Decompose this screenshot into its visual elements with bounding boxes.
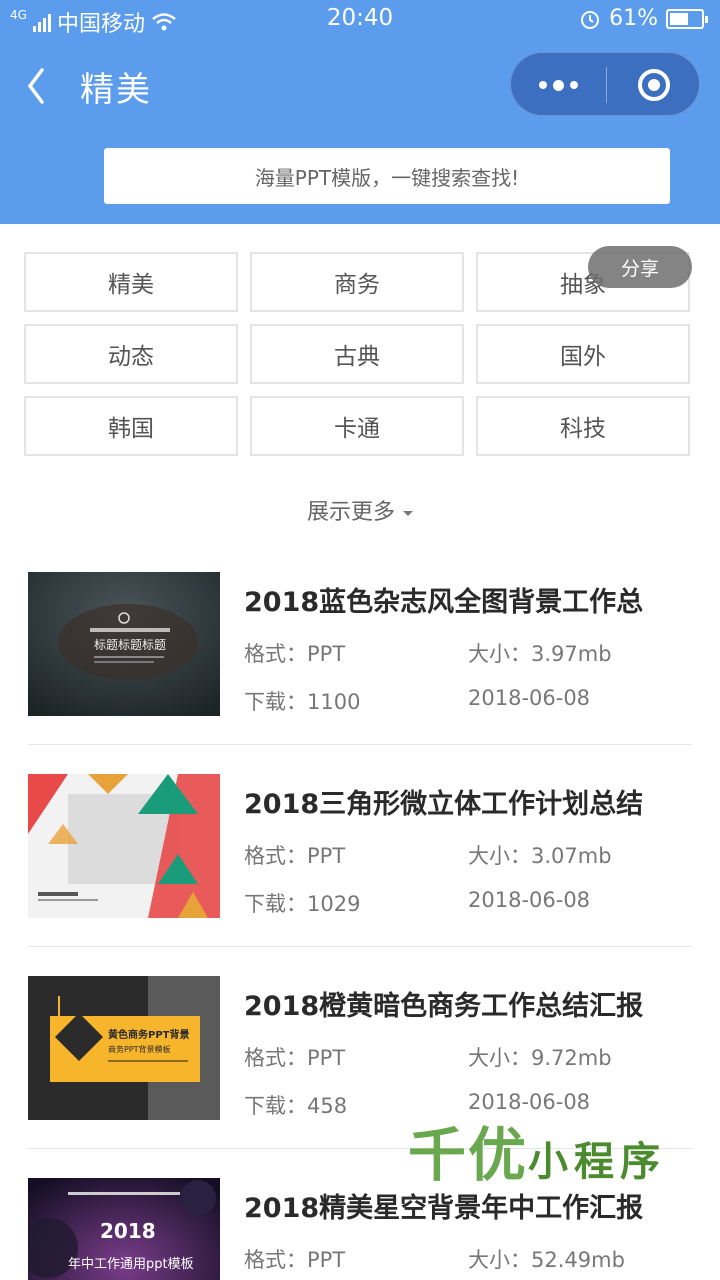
template-downloads: 下载：458 [244, 1094, 348, 1118]
template-title: 2018蓝色杂志风全图背景工作总 [244, 587, 644, 618]
dot-icon [570, 81, 578, 89]
category-button[interactable]: 科技 [476, 396, 690, 456]
template-thumbnail: 标题标题标题 [28, 572, 220, 716]
category-button[interactable]: 动态 [24, 324, 238, 384]
alarm-icon [581, 10, 600, 29]
watermark-big-text: 千优 [408, 1121, 529, 1189]
chevron-left-icon [27, 68, 44, 104]
template-thumbnail: 黄色商务PPT背景 商务PPT背景模板 [28, 976, 220, 1120]
battery-fill [670, 12, 688, 25]
thumbnail-title-text: 黄色商务PPT背景 [108, 1028, 189, 1041]
list-divider [28, 744, 692, 745]
template-format: 格式：PPT [244, 1248, 346, 1272]
status-bar: 4G 中国移动 20:40 61% [0, 0, 720, 40]
template-size: 大小：3.97mb [468, 642, 612, 666]
show-more-button[interactable]: 展示更多 [0, 494, 720, 526]
status-right: 61% [579, 6, 708, 31]
template-date: 2018-06-08 [468, 686, 591, 710]
category-button[interactable]: 古典 [250, 324, 464, 384]
template-format: 格式：PPT [244, 844, 346, 868]
nav-bar: 精美 [0, 52, 720, 116]
share-button[interactable]: 分享 [588, 246, 692, 288]
battery-percent: 61% [609, 6, 658, 31]
back-button[interactable] [18, 58, 68, 110]
category-button[interactable]: 韩国 [24, 396, 238, 456]
thumbnail-subtitle-text: 年中工作通用ppt模板 [68, 1257, 194, 1272]
template-size: 大小：9.72mb [468, 1046, 612, 1070]
template-downloads: 下载：1100 [244, 690, 361, 714]
mini-program-capsule [510, 52, 700, 116]
search-placeholder: 海量PPT模版，一键搜索查找! [254, 165, 520, 190]
search-input[interactable]: 海量PPT模版，一键搜索查找! [104, 148, 670, 204]
template-list-item[interactable]: 2018三角形微立体工作计划总结 格式：PPT 大小：3.07mb 下载：102… [28, 774, 692, 976]
list-divider [28, 946, 692, 947]
page-title: 精美 [80, 70, 152, 110]
template-thumbnail: 2018 年中工作通用ppt模板 [28, 1178, 220, 1280]
template-date: 2018-06-08 [468, 888, 591, 912]
category-button[interactable]: 卡通 [250, 396, 464, 456]
template-list-item[interactable]: 标题标题标题 2018蓝色杂志风全图背景工作总 格式：PPT 大小：3.97mb… [28, 572, 692, 774]
template-title: 2018橙黄暗色商务工作总结汇报 [244, 991, 644, 1022]
thumbnail-title-text: 标题标题标题 [94, 638, 166, 652]
template-size: 大小：52.49mb [468, 1248, 625, 1272]
target-close-icon [638, 69, 670, 101]
category-button[interactable]: 国外 [476, 324, 690, 384]
template-list-item[interactable]: 2018 年中工作通用ppt模板 2018精美星空背景年中工作汇报 格式：PPT… [28, 1178, 692, 1280]
template-thumbnail [28, 774, 220, 918]
thumbnail-year-text: 2018 [100, 1219, 156, 1243]
caret-down-icon [403, 510, 413, 516]
more-menu-button[interactable] [511, 53, 606, 117]
template-downloads: 下载：1029 [244, 892, 361, 916]
template-format: 格式：PPT [244, 1046, 346, 1070]
thumbnail-subtitle-text: 商务PPT背景模板 [108, 1044, 171, 1054]
template-format: 格式：PPT [244, 642, 346, 666]
close-mini-program-button[interactable] [607, 53, 701, 117]
watermark-logo: 千优小程序 [408, 1108, 666, 1192]
dot-icon [553, 79, 564, 91]
header-bar: 4G 中国移动 20:40 61% 精美 海量PPT模版，一键搜索查找! [0, 0, 720, 224]
battery-icon [666, 8, 708, 29]
template-size: 大小：3.07mb [468, 844, 612, 868]
show-more-label: 展示更多 [306, 500, 395, 525]
template-title: 2018三角形微立体工作计划总结 [244, 789, 644, 820]
dot-icon [539, 81, 547, 89]
category-button[interactable]: 商务 [250, 252, 464, 312]
category-button[interactable]: 精美 [24, 252, 238, 312]
watermark-small-text: 小程序 [528, 1138, 667, 1185]
